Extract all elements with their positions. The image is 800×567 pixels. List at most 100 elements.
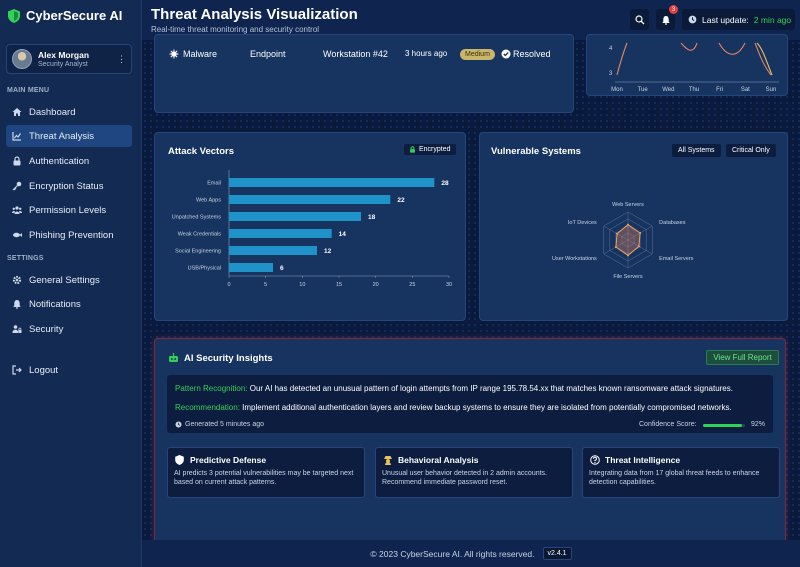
filter-critical-only[interactable]: Critical Only	[726, 144, 776, 157]
bar[interactable]	[229, 229, 332, 238]
radar-axis-label: IoT Devices	[568, 220, 597, 226]
view-full-report-button[interactable]: View Full Report	[706, 350, 779, 365]
threat-intelligence-card[interactable]: Threat Intelligence Integrating data fro…	[582, 447, 780, 498]
radar-point	[616, 232, 619, 235]
recent-threats-card: Malware Endpoint Workstation #42 3 hours…	[154, 34, 574, 113]
mini-card-text: Unusual user behavior detected in 2 admi…	[382, 470, 547, 486]
y-tick-bottom: 3	[609, 71, 613, 77]
logout-button[interactable]: Logout	[6, 359, 132, 381]
sidebar-item-notifications[interactable]: Notifications	[6, 293, 132, 315]
home-icon	[12, 108, 22, 116]
generated-time: Generated 5 minutes ago	[175, 421, 264, 428]
recommendation: Recommendation: Implement additional aut…	[175, 403, 732, 412]
logout-label: Logout	[29, 364, 59, 376]
x-tick-label: Tue	[638, 87, 649, 93]
vulnerable-systems-radar-chart: Web Servers Databases Email Servers File Se…	[552, 202, 694, 280]
sidebar-item-authentication[interactable]: Authentication	[6, 150, 132, 172]
last-update-label: Last update:	[702, 14, 749, 25]
page-subtitle: Real-time threat monitoring and security…	[151, 25, 320, 34]
x-tick-label: 25	[409, 282, 415, 288]
gear-icon	[12, 275, 22, 285]
confidence-bar	[703, 424, 745, 427]
radar-axis-label: File Servers	[613, 274, 643, 280]
sidebar-item-label: Permission Levels	[29, 204, 107, 216]
radar-axis-label: Databases	[659, 220, 686, 226]
series-line-a	[616, 42, 772, 76]
more-options-icon[interactable]: ⋮	[117, 54, 126, 65]
bar-category-label: Email	[207, 181, 221, 187]
threat-time: 3 hours ago	[405, 49, 448, 58]
brand[interactable]: CyberSecure AI	[8, 8, 122, 23]
bar-value-label: 14	[339, 231, 347, 238]
radar-series	[615, 223, 641, 257]
bar-value-label: 22	[397, 197, 405, 204]
sidebar-item-phishing-prevention[interactable]: Phishing Prevention	[6, 224, 132, 246]
x-tick-label: 0	[227, 282, 230, 288]
radar-point	[639, 232, 642, 234]
last-update-value: 2 min ago	[753, 14, 792, 25]
bar[interactable]	[229, 178, 435, 187]
version-badge: v2.4.1	[542, 547, 572, 560]
attack-vectors-card: Attack Vectors Encrypted Email 28 Web Apps…	[154, 132, 466, 321]
bar[interactable]	[229, 246, 317, 255]
bar-category-label: Weak Credentials	[178, 232, 222, 238]
sidebar-item-dashboard[interactable]: Dashboard	[6, 101, 132, 123]
notifications-button[interactable]: 3	[656, 5, 678, 30]
bar[interactable]	[229, 263, 273, 272]
bar-category-label: USB/Physical	[188, 266, 221, 272]
predictive-defense-card[interactable]: Predictive Defense AI predicts 3 potenti…	[167, 447, 365, 498]
confidence-label: Confidence Score:	[639, 421, 697, 428]
logout-icon	[12, 365, 22, 375]
filter-all-systems[interactable]: All Systems	[672, 144, 721, 157]
encrypted-badge-label: Encrypted	[419, 146, 451, 153]
sidebar-item-label: Phishing Prevention	[29, 229, 114, 241]
encrypted-badge: Encrypted	[404, 144, 456, 155]
x-tick-label: 30	[446, 282, 452, 288]
avatar	[12, 49, 32, 69]
sidebar-item-label: General Settings	[29, 274, 100, 286]
x-tick-label: Wed	[662, 87, 674, 93]
bar-category-label: Social Engineering	[175, 249, 221, 255]
bar-value-label: 6	[280, 265, 284, 272]
bar[interactable]	[229, 195, 391, 204]
bug-icon	[169, 49, 179, 59]
sidebar-item-label: Threat Analysis	[29, 130, 94, 142]
main-menu-title: MAIN MENU	[7, 87, 50, 94]
sidebar-item-threat-analysis[interactable]: Threat Analysis	[6, 125, 132, 147]
user-card[interactable]: Alex Morgan Security Analyst ⋮	[6, 44, 132, 74]
radar-point	[637, 245, 640, 248]
confidence-value: 92%	[751, 421, 766, 428]
vulnerable-systems-card: Vulnerable Systems All Systems Critical …	[479, 132, 788, 321]
bar-value-label: 28	[441, 180, 449, 187]
bar-category-label: Web Apps	[196, 198, 221, 204]
x-tick-label: 5	[264, 282, 267, 288]
mini-card-text: Integrating data from 17 global threat f…	[589, 470, 760, 486]
severity-badge: Medium	[460, 49, 495, 60]
brand-name: CyberSecure AI	[26, 8, 123, 23]
sidebar: CyberSecure AI Alex Morgan Security Anal…	[0, 0, 142, 567]
check-circle-icon	[501, 49, 511, 59]
copyright: © 2023 CyberSecure AI. All rights reserv…	[370, 548, 535, 559]
mini-card-title: Threat Intelligence	[605, 455, 681, 465]
sidebar-item-permission-levels[interactable]: Permission Levels	[6, 199, 132, 221]
mini-card-title: Behavioral Analysis	[398, 455, 479, 465]
weekly-threats-card: 4 3 Mon Tue Wed Thu Fri Sat Sun	[586, 34, 788, 96]
sidebar-item-encryption-status[interactable]: Encryption Status	[6, 175, 132, 197]
behavioral-analysis-card[interactable]: Behavioral Analysis Unusual user behavio…	[375, 447, 573, 498]
radar-point	[627, 223, 629, 226]
search-button[interactable]	[630, 9, 649, 30]
sidebar-item-label: Authentication	[29, 155, 90, 167]
user-secret-icon	[384, 456, 392, 465]
bar-value-label: 12	[324, 248, 332, 255]
sidebar-item-label: Dashboard	[29, 106, 76, 118]
sidebar-item-security[interactable]: Security	[6, 318, 132, 340]
sidebar-item-general-settings[interactable]: General Settings	[6, 269, 132, 291]
bell-icon	[13, 300, 21, 309]
x-tick-label: 20	[373, 282, 379, 288]
attack-vectors-bar-chart: Email 28 Web Apps 22 Unpatched Systems 18 Weak…	[172, 170, 452, 288]
bar[interactable]	[229, 212, 361, 221]
clock-icon	[688, 15, 697, 24]
x-tick-label: Sat	[741, 87, 750, 93]
bar-category-label: Unpatched Systems	[172, 215, 221, 221]
recommendation-text: Implement additional authentication laye…	[242, 403, 732, 412]
